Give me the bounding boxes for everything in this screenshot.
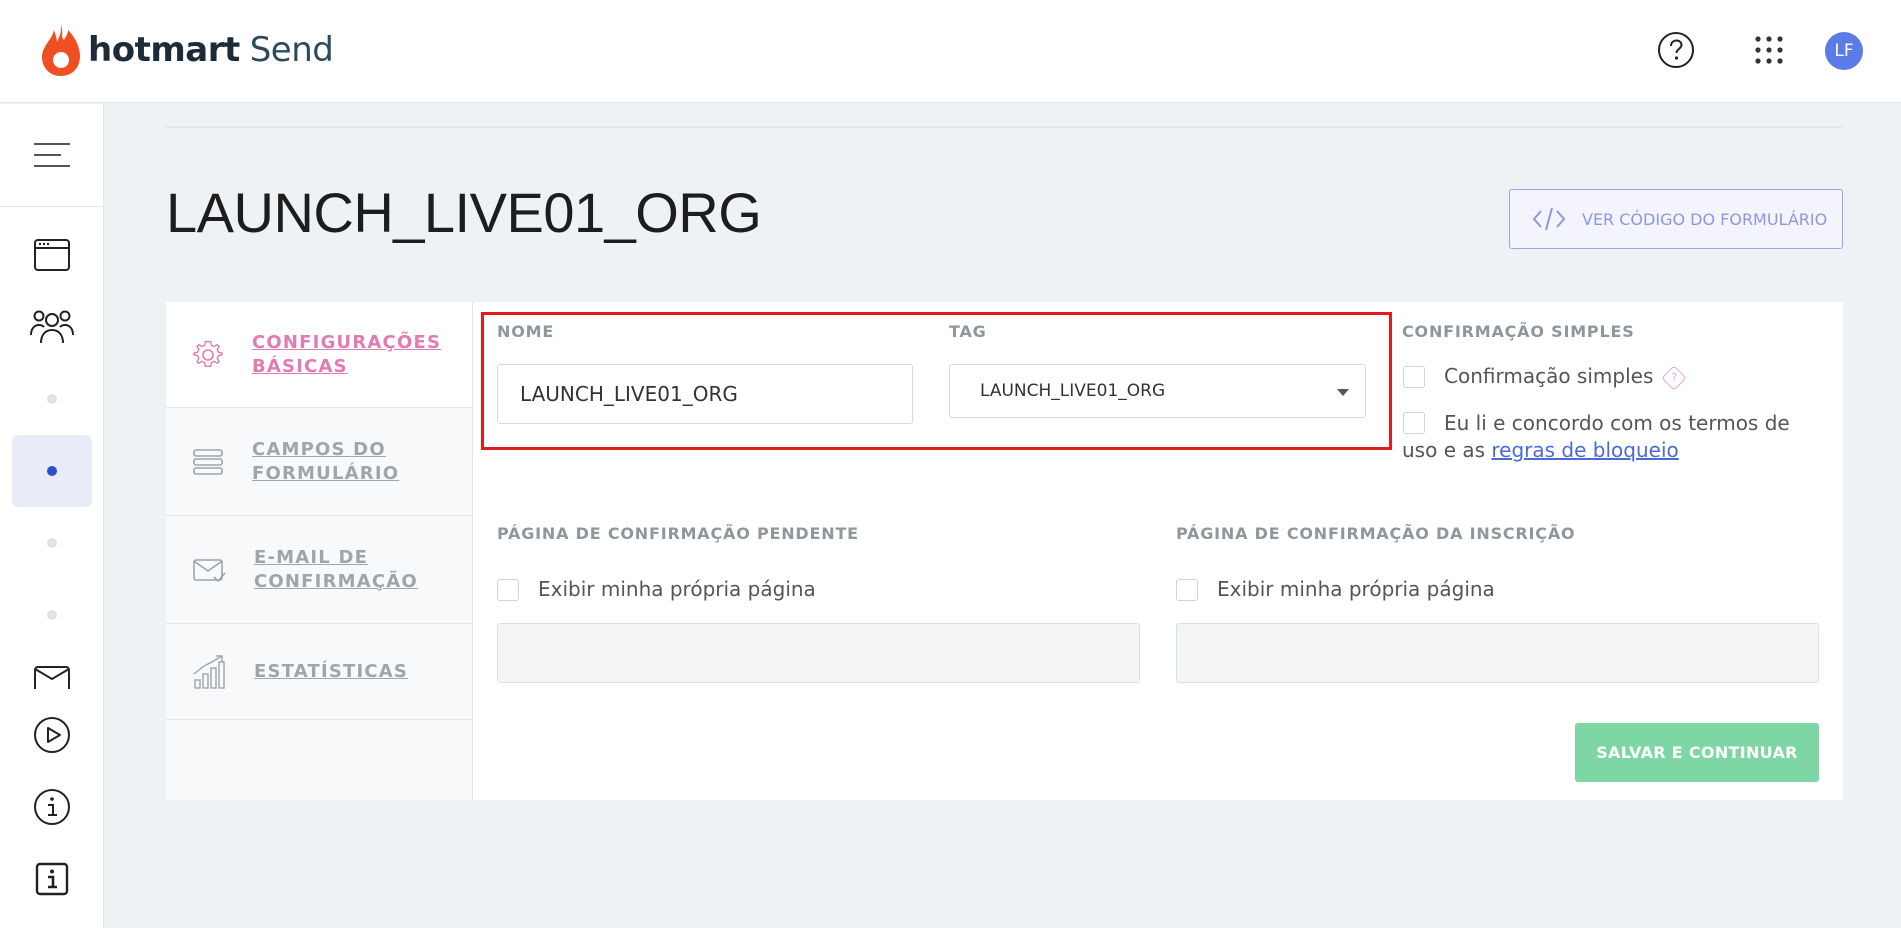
sidebar	[0, 104, 104, 928]
info-circle-icon	[34, 789, 70, 825]
tag-select[interactable]: LAUNCH_LIVE01_ORG	[949, 364, 1366, 418]
sidebar-item-info[interactable]	[12, 771, 92, 843]
sidebar-item-placeholder-1[interactable]	[12, 363, 92, 435]
sidebar-item-videos[interactable]	[12, 699, 92, 771]
settings-tabs: CONFIGURAÇÕES BÁSICAS CAMPOS DO FORMULÁRIO…	[166, 302, 473, 800]
tab-label: CONFIGURAÇÕES BÁSICAS	[252, 332, 442, 377]
pagina-inscricao-label: PÁGINA DE CONFIRMAÇÃO DA INSCRIÇÃO	[1176, 524, 1576, 543]
tab-label: E-MAIL DE CONFIRMAÇÃO	[254, 547, 418, 592]
nome-label: NOME	[497, 322, 555, 341]
menu-toggle-button[interactable]	[0, 104, 104, 207]
view-form-code-button[interactable]: VER CÓDIGO DO FORMULÁRIO	[1509, 189, 1843, 249]
brand-name: hotmart	[88, 30, 240, 70]
pagina-pendente-label: PÁGINA DE CONFIRMAÇÃO PENDENTE	[497, 524, 859, 543]
page-title: LAUNCH_LIVE01_ORG	[166, 181, 762, 244]
code-brackets-icon	[1532, 207, 1566, 231]
sidebar-item-placeholder-2[interactable]	[12, 507, 92, 579]
save-and-continue-button[interactable]: SALVAR E CONTINUAR	[1575, 723, 1819, 782]
help-icon[interactable]	[1656, 30, 1696, 70]
confirmacao-simples-checkbox[interactable]	[1403, 366, 1425, 388]
list-icon	[193, 448, 223, 475]
pendente-own-page-text: Exibir minha própria página	[538, 577, 816, 601]
view-form-code-label: VER CÓDIGO DO FORMULÁRIO	[1582, 209, 1828, 229]
tab-estatisticas[interactable]: ESTATÍSTICAS	[166, 624, 472, 720]
regras-de-bloqueio-link[interactable]: regras de bloqueio	[1491, 438, 1678, 462]
tag-select-value: LAUNCH_LIVE01_ORG	[980, 381, 1166, 401]
dot-icon	[47, 466, 57, 476]
sidebar-item-about[interactable]	[12, 843, 92, 915]
tab-campos-do-formulario[interactable]: CAMPOS DO FORMULÁRIO	[166, 408, 472, 516]
hotmart-send-logo[interactable]: hotmart Send	[40, 22, 334, 78]
terms-text: Eu li e concordo com os termos de uso e …	[1402, 411, 1790, 462]
pendente-own-page-checkbox[interactable]	[497, 579, 519, 601]
tab-configuracoes-basicas[interactable]: CONFIGURAÇÕES BÁSICAS	[166, 302, 472, 408]
tab-label: CAMPOS DO FORMULÁRIO	[252, 439, 400, 484]
tag-label: TAG	[949, 322, 987, 341]
play-circle-icon	[34, 717, 70, 753]
chart-growth-icon	[193, 654, 225, 689]
dot-icon	[47, 610, 57, 620]
product-name: Send	[249, 30, 334, 70]
hamburger-menu-icon	[34, 143, 70, 167]
nome-input[interactable]	[497, 364, 913, 424]
info-square-icon	[35, 862, 69, 896]
sidebar-item-forms[interactable]	[12, 435, 92, 507]
sidebar-item-contacts[interactable]	[12, 291, 92, 363]
mail-check-icon	[193, 558, 226, 582]
apps-grid-icon[interactable]	[1749, 30, 1789, 70]
dot-icon	[47, 394, 57, 404]
dot-icon	[47, 538, 57, 548]
sidebar-item-email[interactable]	[12, 665, 92, 689]
logo-text: hotmart Send	[88, 30, 334, 70]
top-header: hotmart Send LF	[0, 0, 1901, 103]
users-group-icon	[30, 310, 74, 344]
browser-window-icon	[34, 239, 70, 271]
user-avatar[interactable]: LF	[1825, 32, 1863, 70]
gear-icon	[193, 340, 223, 367]
pendente-url-input[interactable]	[497, 623, 1140, 683]
confirmacao-simples-label: CONFIRMAÇÃO SIMPLES	[1402, 322, 1635, 341]
inscricao-own-page-text: Exibir minha própria página	[1217, 577, 1495, 601]
inscricao-url-input[interactable]	[1176, 623, 1819, 683]
sidebar-item-placeholder-3[interactable]	[12, 579, 92, 651]
sidebar-item-dashboard[interactable]	[12, 219, 92, 291]
confirmacao-simples-text: Confirmação simples?	[1444, 364, 1688, 391]
envelope-icon	[34, 666, 70, 689]
help-tooltip-icon[interactable]: ?	[1661, 364, 1688, 391]
flame-logo-icon	[42, 24, 80, 76]
page-divider	[166, 126, 1842, 128]
tab-label: ESTATÍSTICAS	[254, 660, 409, 682]
caret-down-icon	[1337, 389, 1349, 396]
inscricao-own-page-checkbox[interactable]	[1176, 579, 1198, 601]
tab-email-de-confirmacao[interactable]: E-MAIL DE CONFIRMAÇÃO	[166, 516, 472, 624]
